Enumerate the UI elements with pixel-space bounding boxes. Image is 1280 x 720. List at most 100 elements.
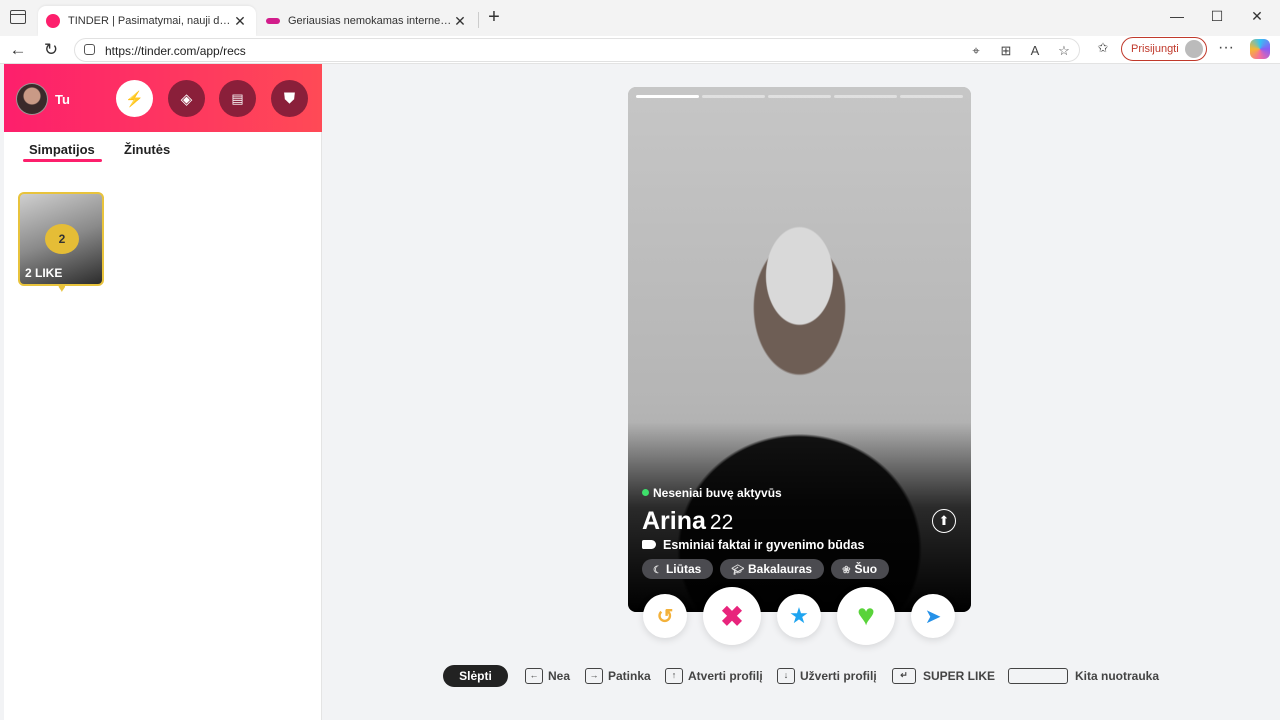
- minimize-icon[interactable]: —: [1167, 8, 1187, 24]
- profile-avatar-icon: [1185, 40, 1203, 58]
- hint-close-profile: Užverti profilį: [800, 669, 877, 683]
- hint-next-photo: Kita nuotrauka: [1075, 669, 1160, 683]
- close-tab-icon[interactable]: ✕: [452, 13, 468, 30]
- new-tab-button[interactable]: +: [484, 7, 504, 28]
- chip-label: Šuo: [854, 562, 878, 576]
- site-favicon-icon: [266, 18, 280, 24]
- moon-icon: ☾: [653, 565, 662, 576]
- tab-title: TINDER | Pasimatymai, nauji draugai: [68, 15, 232, 27]
- close-tab-icon[interactable]: ✕: [232, 13, 248, 30]
- activity-status-text: Neseniai buvę aktyvūs: [653, 486, 782, 500]
- photo-progress-segment[interactable]: [834, 95, 897, 98]
- sidebar: Tu ⚡ ◈ ▤ ⛊ Simpatijos Žinutės 2 2 LIKE ♥: [4, 64, 322, 720]
- likes-you-card[interactable]: 2 2 LIKE ♥: [18, 192, 104, 295]
- tag-icon: [642, 540, 656, 549]
- lightning-icon: ⚡: [125, 90, 144, 108]
- photo-progress-segment[interactable]: [900, 95, 963, 98]
- back-icon[interactable]: ←: [7, 39, 29, 61]
- location-icon[interactable]: ⌖: [967, 43, 985, 59]
- enter-key-icon: ↵: [892, 668, 916, 684]
- sidebar-tabs: Simpatijos Žinutės: [4, 142, 322, 166]
- copilot-icon[interactable]: [1250, 39, 1270, 59]
- site-info-icon[interactable]: [84, 44, 95, 55]
- maximize-icon[interactable]: ☐: [1207, 8, 1227, 25]
- browser-tab-tinder[interactable]: TINDER | Pasimatymai, nauji draugai ✕: [38, 6, 256, 36]
- arrow-up-icon: ⬆: [938, 513, 950, 528]
- tab-divider: [478, 12, 479, 28]
- photo-progress-segment[interactable]: [702, 95, 765, 98]
- signin-button[interactable]: Prisijungti: [1121, 37, 1207, 61]
- chip-label: Liūtas: [665, 562, 702, 576]
- profile-name: Arina: [642, 507, 706, 535]
- shield-icon: ⛊: [283, 90, 296, 107]
- browser-tab-strip: TINDER | Pasimatymai, nauji draugai ✕ Ge…: [0, 0, 1280, 36]
- browser-tab-other[interactable]: Geriausias nemokamas internetinis ✕: [258, 6, 476, 36]
- profile-age: 22: [709, 511, 734, 534]
- paper-plane-icon: ➤: [924, 605, 942, 628]
- user-avatar[interactable]: [16, 83, 48, 115]
- hide-hints-button[interactable]: Slėpti: [443, 665, 508, 687]
- app-available-icon[interactable]: ⊞: [997, 43, 1015, 59]
- read-aloud-icon[interactable]: A: [1026, 43, 1044, 58]
- profile-card[interactable]: Neseniai buvę aktyvūs Arina 22 ⬆ Esminiai…: [628, 87, 971, 612]
- boost-send-button[interactable]: ➤: [911, 594, 955, 638]
- sidebar-header: Tu ⚡ ◈ ▤ ⛊: [4, 64, 322, 132]
- chip-pets: ❀ Šuo: [831, 559, 890, 579]
- close-window-icon[interactable]: ✕: [1247, 8, 1267, 25]
- hint-like: Patinka: [608, 669, 651, 683]
- heart-icon: ♥: [857, 599, 875, 632]
- favorite-star-icon[interactable]: ☆: [1055, 43, 1073, 59]
- photo-progress-segment[interactable]: [636, 95, 699, 98]
- photo-progress-segment[interactable]: [768, 95, 831, 98]
- paw-icon: ❀: [842, 565, 851, 576]
- user-name[interactable]: Tu: [55, 92, 70, 107]
- down-arrow-key-icon: ↓: [777, 668, 795, 684]
- chip-zodiac: ☾ Liūtas: [642, 559, 714, 579]
- x-icon: ✖: [720, 600, 744, 632]
- rewind-icon: ↺: [656, 605, 674, 628]
- left-arrow-key-icon: ←: [525, 668, 543, 684]
- compass-icon: ◈: [180, 90, 193, 108]
- gold-heart-icon: ♥: [58, 280, 66, 295]
- tab-title: Geriausias nemokamas internetinis: [288, 15, 452, 27]
- like-button[interactable]: ♥: [837, 587, 895, 645]
- facts-heading: Esminiai faktai ir gyvenimo būdas: [642, 538, 864, 552]
- likes-label: 2 LIKE: [25, 266, 63, 280]
- url-text: https://tinder.com/app/recs: [105, 44, 246, 58]
- safety-button[interactable]: ⛊: [271, 80, 308, 117]
- more-options-icon[interactable]: ···: [1217, 39, 1235, 57]
- super-like-button[interactable]: ★: [777, 594, 821, 638]
- explore-button[interactable]: ◈: [168, 80, 205, 117]
- hint-super-like: SUPER LIKE: [923, 669, 996, 683]
- favorites-icon[interactable]: ✩: [1094, 40, 1112, 56]
- briefcase-icon: ▤: [231, 90, 244, 106]
- right-arrow-key-icon: →: [585, 668, 603, 684]
- reload-icon[interactable]: ↻: [40, 39, 62, 61]
- activity-status: Neseniai buvę aktyvūs: [642, 486, 782, 500]
- hint-nope: Nea: [548, 669, 571, 683]
- photo-progress-bars: [636, 95, 963, 98]
- tab-messages[interactable]: Žinutės: [124, 142, 170, 157]
- profile-name-age: Arina 22: [642, 507, 733, 536]
- profile-chips: ☾ Liūtas 🎓︎ Bakalauras ❀ Šuo: [642, 559, 890, 579]
- online-dot-icon: [642, 489, 649, 496]
- browser-toolbar: ← ↻ https://tinder.com/app/recs ⌖ ⊞ A ☆ …: [0, 36, 1280, 64]
- graduation-cap-icon: 🎓︎: [731, 565, 745, 576]
- work-mode-button[interactable]: ▤: [219, 80, 256, 117]
- tab-matches[interactable]: Simpatijos: [29, 142, 95, 157]
- star-icon: ★: [789, 603, 809, 628]
- tinder-flame-icon: [46, 14, 60, 28]
- active-tab-indicator: [23, 159, 102, 162]
- nope-button[interactable]: ✖: [703, 587, 761, 645]
- open-profile-button[interactable]: ⬆: [932, 509, 956, 533]
- rewind-button[interactable]: ↺: [643, 594, 687, 638]
- up-arrow-key-icon: ↑: [665, 668, 683, 684]
- tab-actions-menu-icon[interactable]: [10, 10, 26, 24]
- address-bar[interactable]: https://tinder.com/app/recs ⌖ ⊞ A ☆: [74, 38, 1080, 62]
- signin-label: Prisijungti: [1131, 43, 1179, 55]
- facts-title: Esminiai faktai ir gyvenimo būdas: [663, 538, 865, 552]
- chip-label: Bakalauras: [748, 562, 813, 576]
- likes-count-badge: 2: [45, 224, 79, 254]
- boost-button[interactable]: ⚡: [116, 80, 153, 117]
- chip-education: 🎓︎ Bakalauras: [720, 559, 825, 579]
